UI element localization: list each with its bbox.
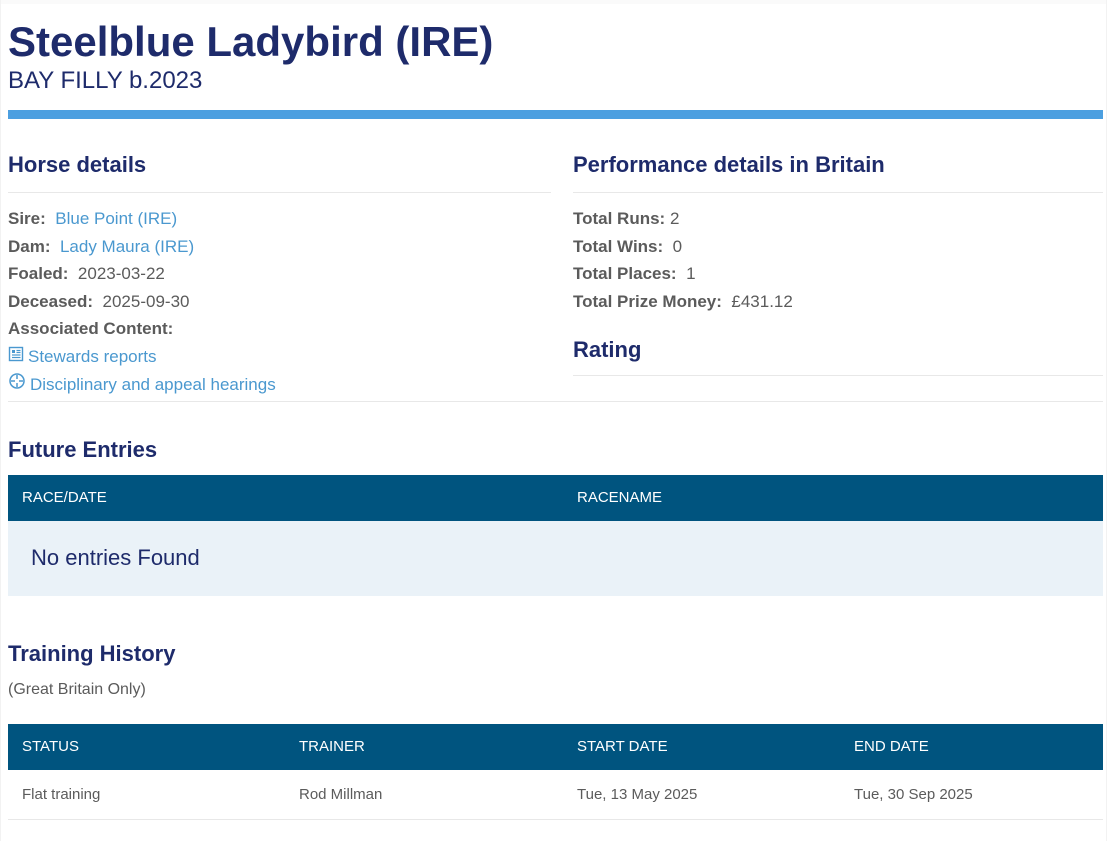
column-header-trainer: TRAINER	[285, 723, 563, 770]
total-wins-label: Total Wins:	[572, 236, 664, 256]
dam-link[interactable]: Lady Maura (IRE)	[60, 237, 194, 256]
status-cell: Flat training	[8, 769, 285, 820]
training-history-note: (Great Britain Only)	[8, 680, 146, 698]
sire-row: Sire: Blue Point (IRE)	[8, 205, 551, 233]
associated-content-label: Associated Content:	[8, 319, 174, 338]
sire-label: Sire:	[8, 209, 46, 228]
disciplinary-hearings-link[interactable]: Disciplinary and appeal hearings	[8, 371, 551, 399]
stewards-reports-label: Stewards reports	[28, 346, 157, 366]
rating-title: Rating	[572, 337, 642, 362]
total-wins-row: Total Wins: 0	[573, 233, 1103, 261]
deceased-label: Deceased:	[8, 291, 94, 311]
future-entries-title: Future Entries	[8, 436, 158, 462]
accent-bar	[8, 110, 1103, 119]
total-prize-value: £431.12	[731, 291, 793, 311]
future-entries-table: RACE/DATE RACENAME No entries Found	[8, 474, 1103, 596]
column-header-start-date: START DATE	[563, 723, 840, 770]
foaled-value: 2023-03-22	[77, 264, 165, 283]
horse-details-title: Horse details	[8, 152, 147, 177]
document-icon	[8, 343, 24, 371]
dam-row: Dam: Lady Maura (IRE)	[8, 233, 551, 261]
deceased-value: 2025-09-30	[102, 291, 190, 311]
horse-subtitle: BAY FILLY b.2023	[8, 67, 203, 94]
performance-panel: Performance details in Britain Total Run…	[572, 152, 1103, 399]
total-prize-row: Total Prize Money: £431.12	[573, 288, 1103, 316]
total-runs-label: Total Runs:	[572, 209, 666, 228]
performance-list: Total Runs: 2 Total Wins: 0 Total Places…	[573, 205, 1103, 315]
divider	[8, 400, 1103, 402]
total-places-label: Total Places:	[572, 264, 677, 283]
divider	[8, 192, 551, 193]
table-header-row: RACE/DATE RACENAME	[8, 474, 1103, 521]
column-header-race-date: RACE/DATE	[8, 474, 563, 521]
dam-label: Dam:	[8, 236, 51, 256]
table-header-row: STATUS TRAINER START DATE END DATE	[8, 723, 1103, 770]
horse-details-panel: Horse details Sire: Blue Point (IRE) Dam…	[8, 152, 551, 399]
sire-link[interactable]: Blue Point (IRE)	[55, 209, 177, 228]
empty-state-row: No entries Found	[8, 520, 1103, 596]
details-section: Horse details Sire: Blue Point (IRE) Dam…	[8, 152, 1103, 399]
top-edge	[1, 0, 1106, 4]
foaled-row: Foaled: 2023-03-22	[8, 260, 551, 288]
associated-content-row: Associated Content:	[8, 315, 551, 343]
total-runs-row: Total Runs: 2	[573, 205, 1103, 233]
training-history-table: STATUS TRAINER START DATE END DATE Flat …	[8, 723, 1103, 820]
column-header-end-date: END DATE	[840, 723, 1103, 770]
total-prize-label: Total Prize Money:	[572, 291, 722, 311]
horse-details-list: Sire: Blue Point (IRE) Dam: Lady Maura (…	[8, 205, 551, 399]
divider	[572, 375, 1103, 376]
total-places-value: 1	[686, 264, 696, 283]
divider	[572, 192, 1103, 193]
training-history-title: Training History	[8, 640, 176, 666]
disciplinary-hearings-label: Disciplinary and appeal hearings	[30, 374, 276, 394]
stewards-reports-link[interactable]: Stewards reports	[8, 343, 551, 371]
total-runs-value: 2	[669, 209, 680, 228]
column-header-status: STATUS	[8, 723, 285, 770]
start-date-cell: Tue, 13 May 2025	[563, 769, 840, 820]
horse-profile-page: Steelblue Ladybird (IRE) BAY FILLY b.202…	[0, 0, 1107, 841]
trainer-cell: Rod Millman	[285, 769, 563, 820]
horse-name: Steelblue Ladybird (IRE)	[8, 18, 494, 65]
deceased-row: Deceased: 2025-09-30	[8, 288, 551, 316]
foaled-label: Foaled:	[8, 264, 69, 283]
end-date-cell: Tue, 30 Sep 2025	[840, 769, 1103, 820]
column-header-racename: RACENAME	[563, 474, 1103, 521]
no-entries-message: No entries Found	[8, 520, 1103, 596]
crosshair-icon	[8, 371, 26, 399]
table-row: Flat training Rod Millman Tue, 13 May 20…	[8, 769, 1103, 820]
performance-title: Performance details in Britain	[572, 152, 885, 177]
total-wins-value: 0	[672, 236, 683, 256]
total-places-row: Total Places: 1	[573, 260, 1103, 288]
